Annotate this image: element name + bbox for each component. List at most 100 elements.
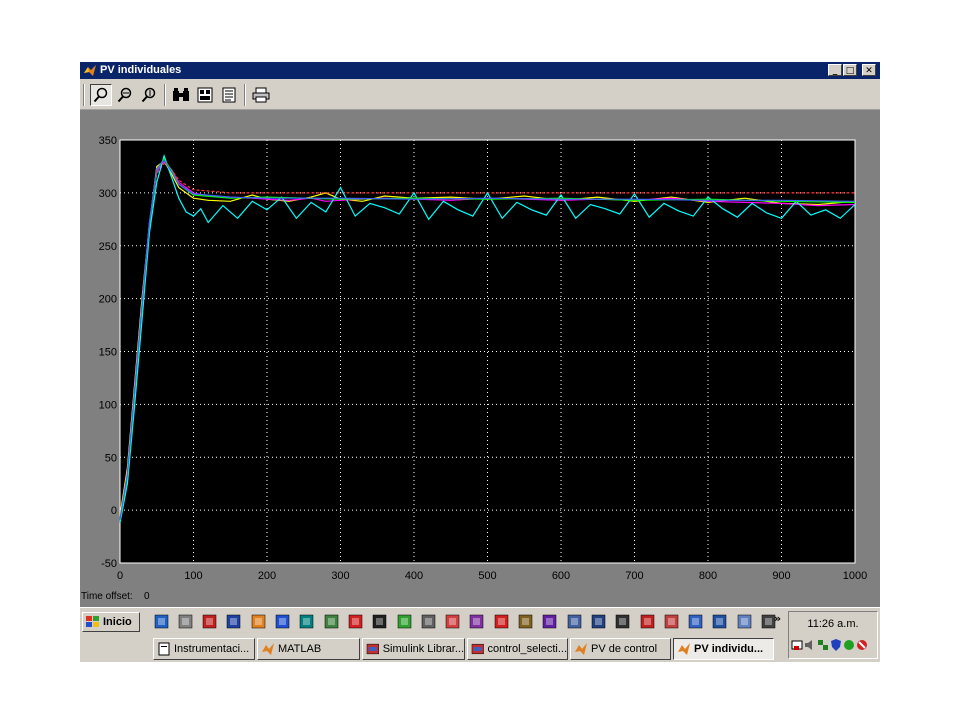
app-icon[interactable] <box>662 612 680 630</box>
3d-icon[interactable] <box>371 612 389 630</box>
x-tick-label: 900 <box>772 570 790 582</box>
y-tick-label: -50 <box>101 558 117 570</box>
tray-icons <box>791 638 877 654</box>
task-label: MATLAB <box>278 643 322 655</box>
scope-plot[interactable]: 0 100 200 300 400 500 600 700 800 900 1000-5005010… <box>80 110 880 588</box>
network-icon[interactable] <box>298 612 316 630</box>
zoom-x-button[interactable] <box>114 84 136 106</box>
clock[interactable]: 11:26 a.m. <box>789 618 877 630</box>
y-tick-label: 100 <box>99 399 117 411</box>
system-tray: 11:26 a.m. <box>788 611 878 659</box>
y-tick-label: 200 <box>99 294 117 306</box>
volume-icon[interactable] <box>804 638 816 652</box>
save-axes-icon <box>197 87 213 103</box>
antivirus-icon[interactable] <box>843 638 855 652</box>
x-tick-label: 700 <box>625 570 643 582</box>
app-icon[interactable] <box>565 612 583 630</box>
matlab-icon[interactable] <box>249 612 267 630</box>
zoom-x-icon <box>117 87 132 103</box>
matlab-icon <box>678 643 690 655</box>
start-button[interactable]: Inicio <box>82 612 140 632</box>
x-tick-label: 1000 <box>843 570 867 582</box>
x-tick-label: 500 <box>478 570 496 582</box>
windows-logo-icon <box>86 616 99 627</box>
autoscale-icon <box>173 88 189 101</box>
scope-toolbar <box>80 79 880 110</box>
task-button[interactable]: PV de control <box>570 638 671 660</box>
app-icon[interactable] <box>638 612 656 630</box>
scope-window: PV individuales _ □ ✕ 0 100 200 300 400 500 60… <box>80 62 880 607</box>
task-button[interactable]: control_selecti... <box>467 638 568 660</box>
time-offset-label: Time offset: <box>81 591 133 602</box>
print-button[interactable] <box>250 84 272 106</box>
window-title: PV individuales <box>100 64 182 76</box>
parameters-button[interactable] <box>218 84 240 106</box>
autoscale-button[interactable] <box>170 84 192 106</box>
task-label: PV de control <box>591 643 658 655</box>
ie-icon[interactable] <box>346 612 364 630</box>
y-tick-label: 150 <box>99 347 117 359</box>
x-tick-label: 200 <box>258 570 276 582</box>
simulink-icon <box>366 643 379 655</box>
task-label: control_selecti... <box>487 643 567 655</box>
task-button[interactable]: MATLAB <box>257 638 360 660</box>
matlab-icon <box>575 643 587 655</box>
task-label: Instrumentaci... <box>174 643 250 655</box>
zoom-y-icon <box>141 87 156 103</box>
app-icon[interactable] <box>711 612 729 630</box>
x-tick-label: 800 <box>699 570 717 582</box>
app-icon[interactable] <box>541 612 559 630</box>
notepad-icon[interactable] <box>176 612 194 630</box>
acrobat-icon[interactable] <box>492 612 510 630</box>
y-tick-label: 250 <box>99 241 117 253</box>
time-offset-bar: Time offset: 0 <box>80 588 880 607</box>
matlab-icon <box>84 65 96 76</box>
y-tick-label: 0 <box>111 505 117 517</box>
save-axes-button[interactable] <box>194 84 216 106</box>
zoom-icon <box>93 87 108 103</box>
print-icon <box>252 87 270 103</box>
warning-icon[interactable] <box>856 638 868 652</box>
task-button[interactable]: Simulink Librar... <box>362 638 465 660</box>
shield-icon[interactable] <box>830 638 842 652</box>
task-label: Simulink Librar... <box>382 643 464 655</box>
document-icon <box>158 642 170 656</box>
app-icon[interactable] <box>468 612 486 630</box>
title-bar[interactable]: PV individuales _ □ ✕ <box>80 62 880 79</box>
app-icon[interactable] <box>419 612 437 630</box>
maximize-button[interactable]: □ <box>843 64 857 76</box>
app-icon[interactable] <box>687 612 705 630</box>
x-tick-label: 100 <box>184 570 202 582</box>
show-desktop-icon[interactable] <box>152 612 170 630</box>
app-icon[interactable] <box>395 612 413 630</box>
app-icon[interactable] <box>589 612 607 630</box>
more-chevron[interactable]: » <box>774 612 781 625</box>
x-tick-label: 0 <box>117 570 123 582</box>
time-offset-value: 0 <box>144 591 150 602</box>
toolbar-separator <box>244 84 246 106</box>
app-icon[interactable] <box>444 612 462 630</box>
matlab-icon <box>262 643 274 655</box>
toolbar-separator <box>164 84 166 106</box>
zoom-y-button[interactable] <box>138 84 160 106</box>
simulink-icon <box>471 643 484 655</box>
app-icon[interactable] <box>735 612 753 630</box>
close-button[interactable]: ✕ <box>862 64 876 76</box>
calc-icon[interactable] <box>225 612 243 630</box>
toolbar-grip <box>83 84 85 106</box>
minimize-button[interactable]: _ <box>828 64 842 76</box>
task-label: PV individu... <box>694 643 764 655</box>
task-button[interactable]: PV individu... <box>673 638 774 660</box>
app-icon[interactable] <box>614 612 632 630</box>
x-tick-label: 600 <box>552 570 570 582</box>
app-icon[interactable] <box>322 612 340 630</box>
task-button[interactable]: Instrumentaci... <box>153 638 255 660</box>
app-icon[interactable] <box>517 612 535 630</box>
paint-icon[interactable] <box>201 612 219 630</box>
zoom-button[interactable] <box>90 84 112 106</box>
network-icon[interactable] <box>817 638 829 652</box>
keyboard-icon[interactable] <box>791 638 803 652</box>
app-icon[interactable] <box>274 612 292 630</box>
x-tick-label: 300 <box>331 570 349 582</box>
y-tick-label: 350 <box>99 135 117 147</box>
